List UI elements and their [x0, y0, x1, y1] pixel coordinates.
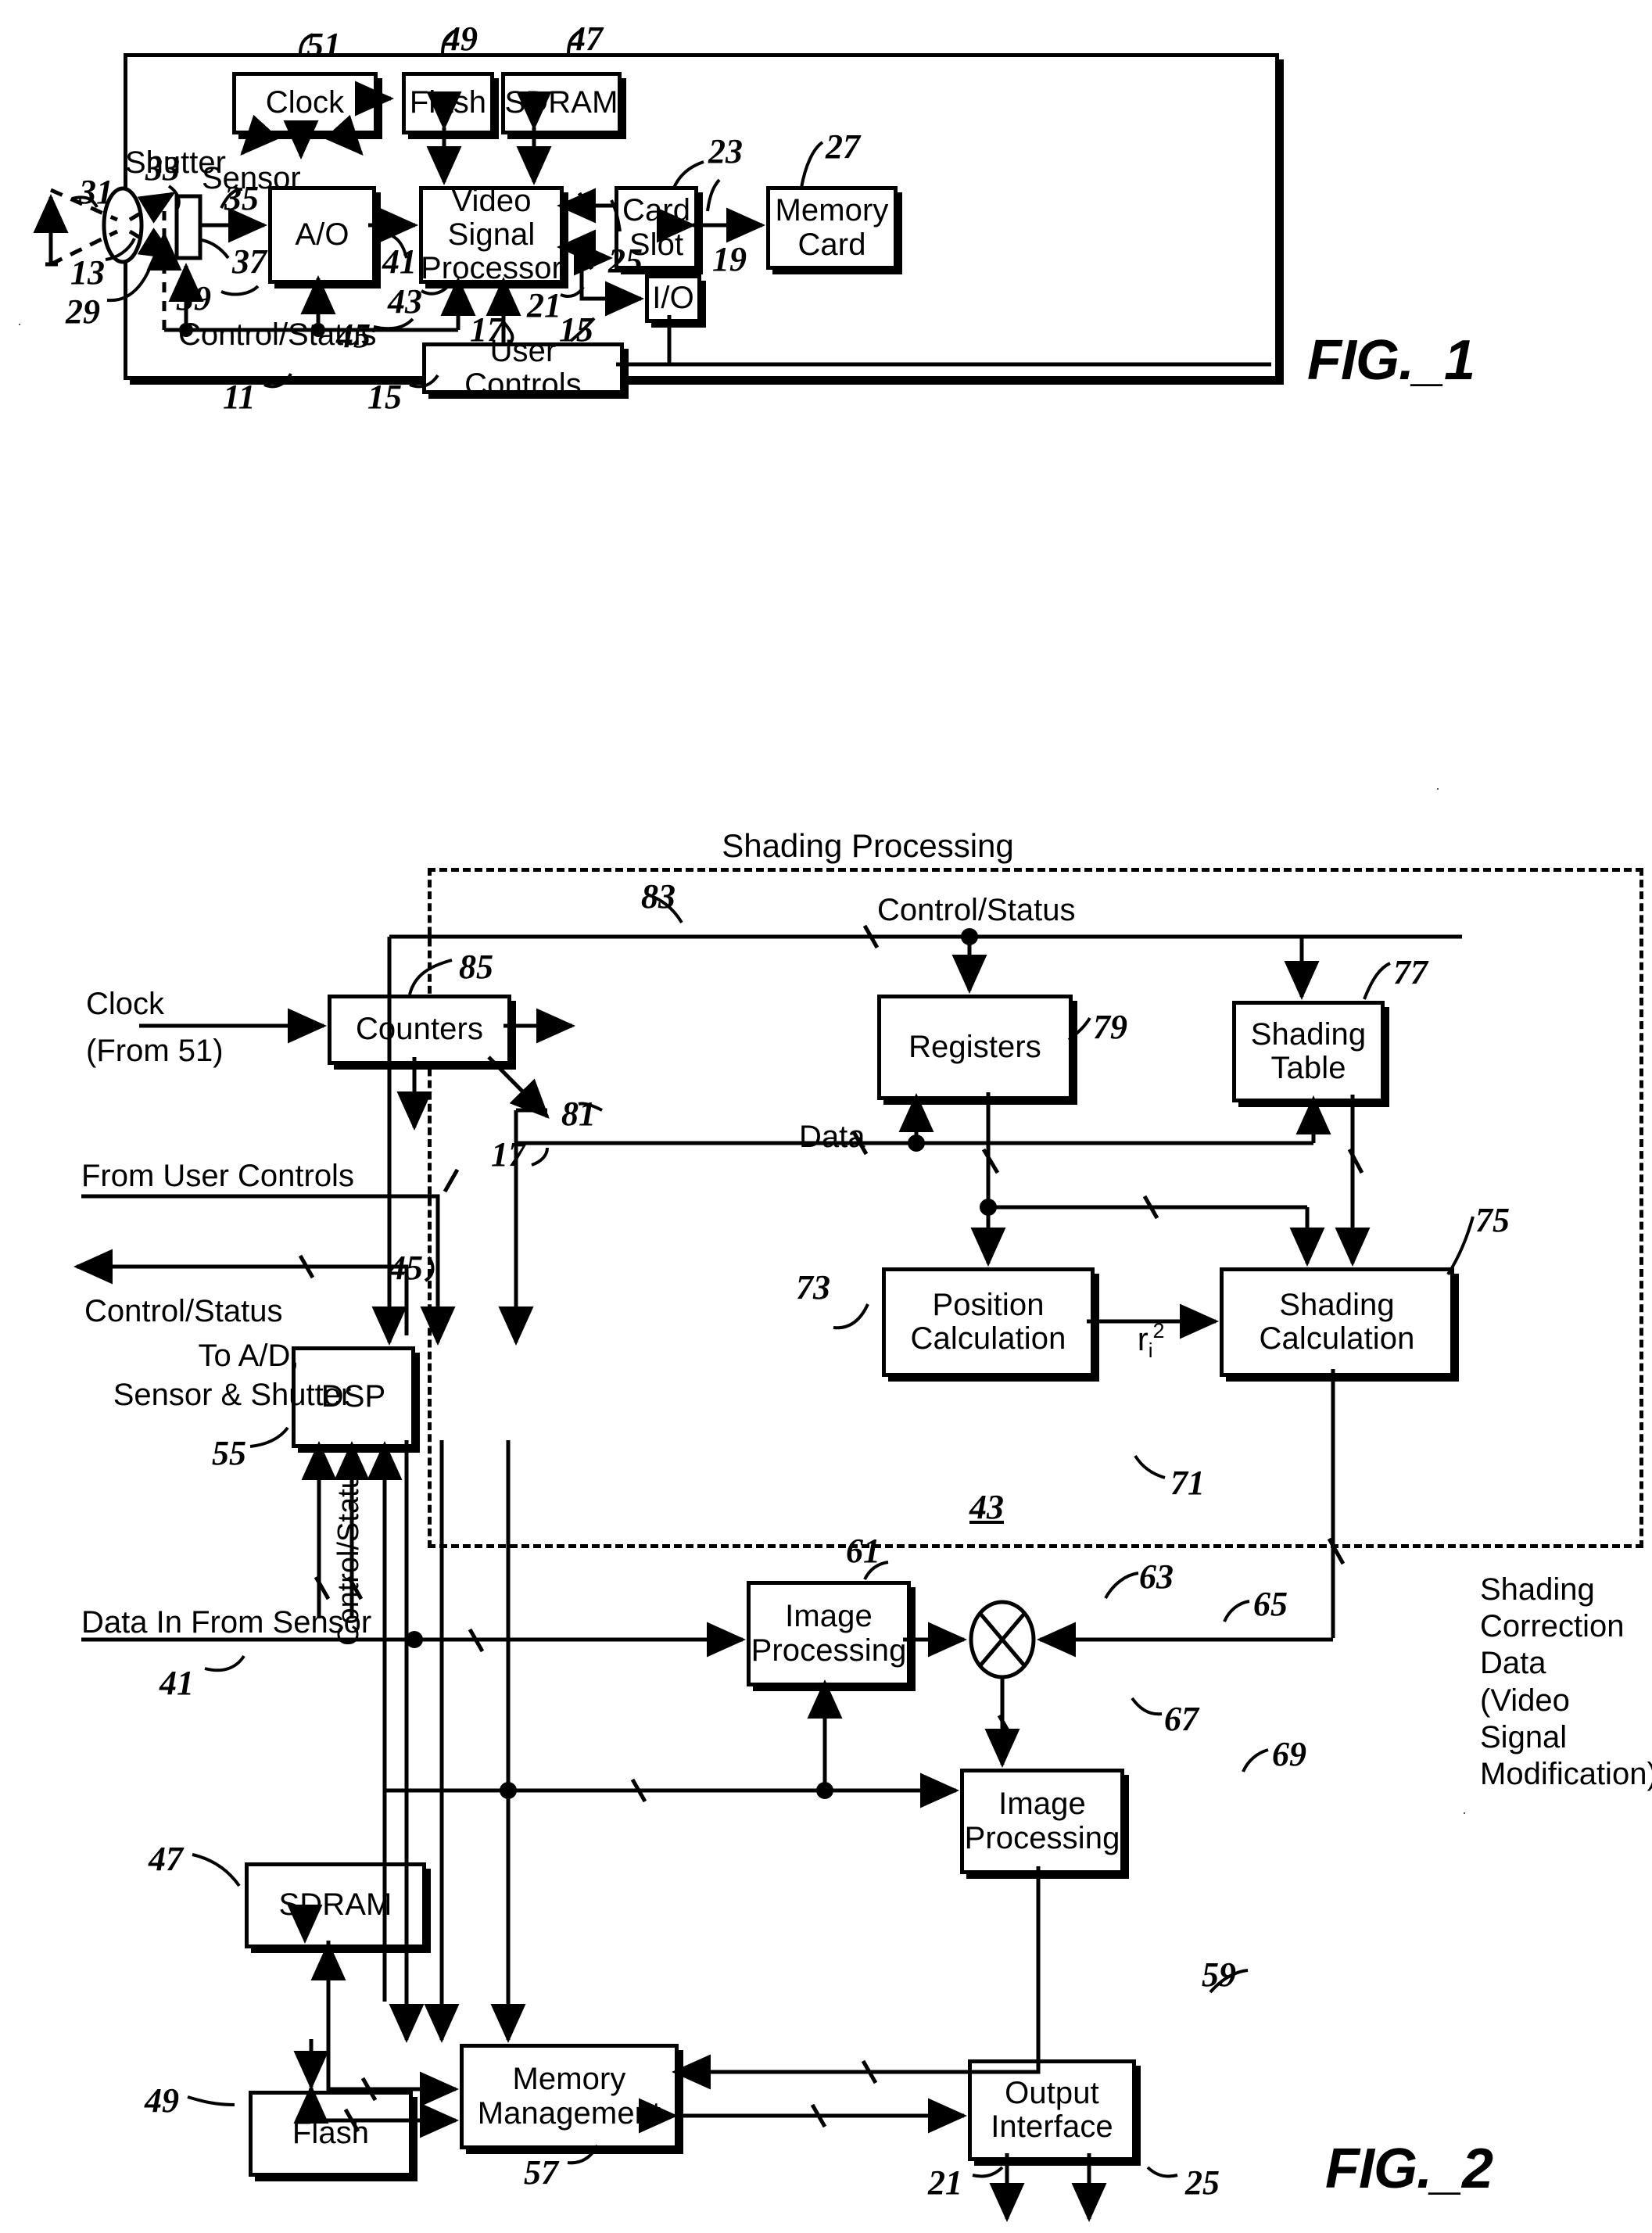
scan-speck-3: [1464, 1812, 1465, 1814]
scan-speck-1: [19, 324, 20, 325]
scan-speck-2: [1437, 788, 1439, 790]
patent-figure-sheet: Clock Flash SDRAM A/O Video Signal Proce…: [0, 0, 1652, 2233]
figure2-connectors: [73, 893, 1475, 2223]
